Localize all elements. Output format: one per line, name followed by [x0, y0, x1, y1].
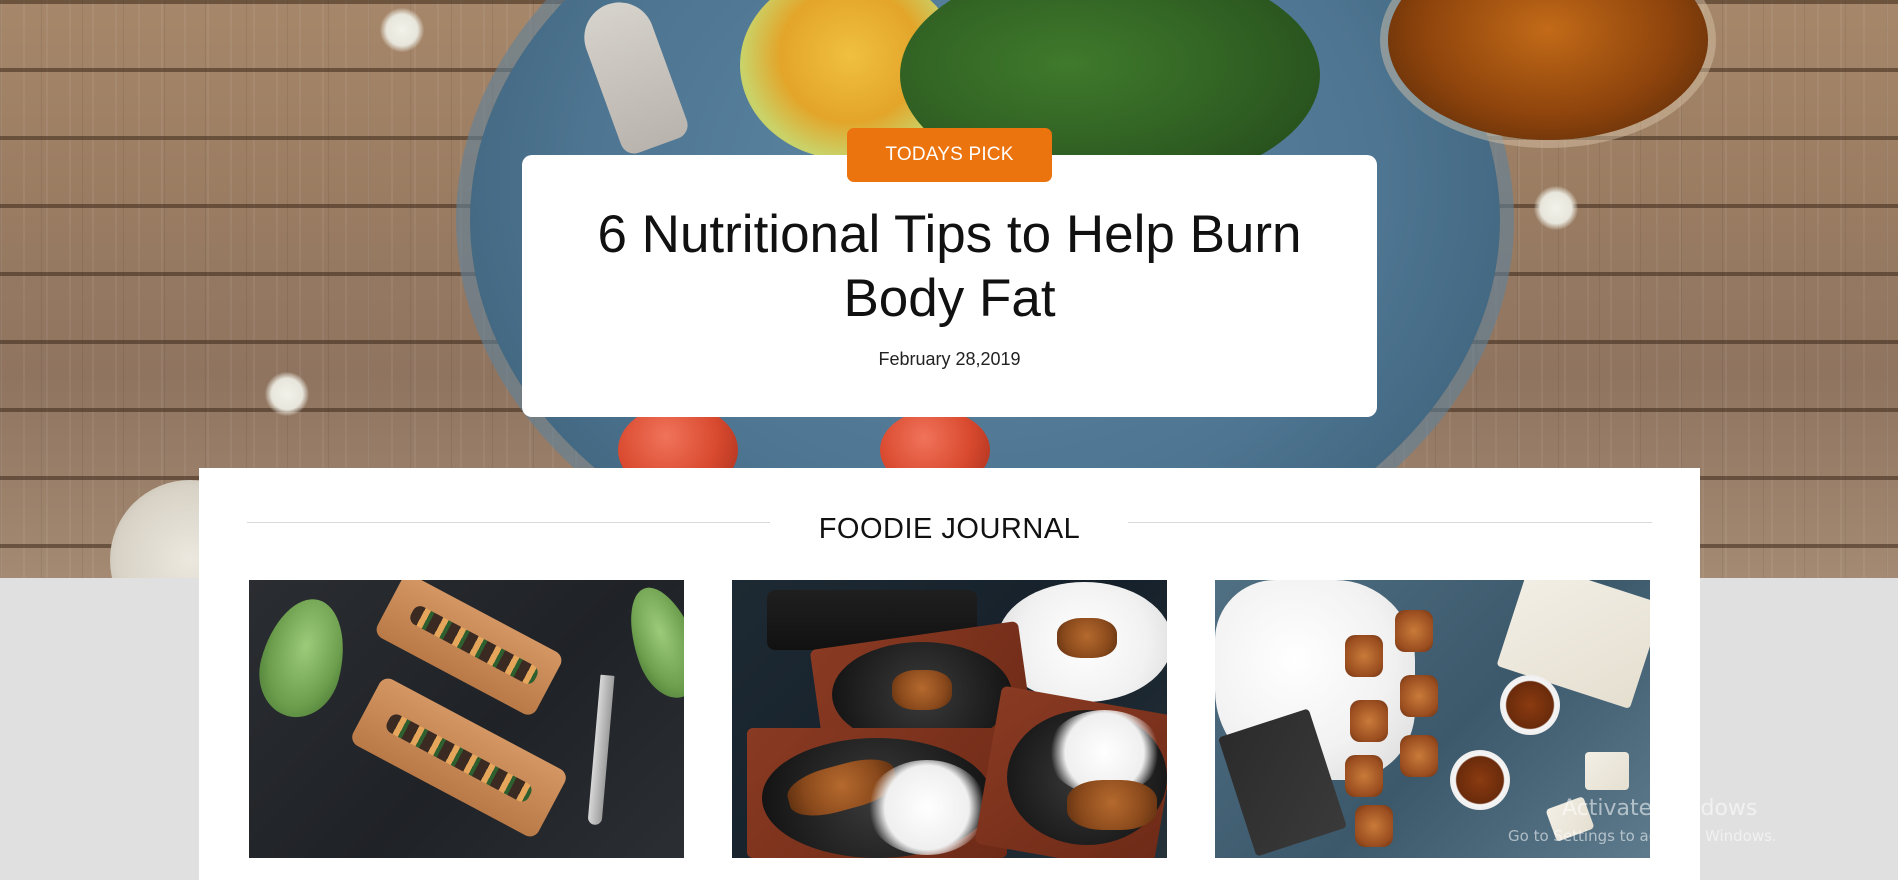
featured-post-date: February 28,2019: [878, 349, 1021, 369]
toast-image: [1350, 700, 1388, 742]
section-heading-text: FOODIE JOURNAL: [818, 513, 1081, 545]
hero-flower-image: [265, 372, 309, 416]
featured-post-card[interactable]: 6 Nutritional Tips to Help Burn Body Fat…: [522, 155, 1377, 417]
hero-flower-image: [1534, 186, 1578, 230]
post-thumbnail-1[interactable]: [249, 580, 684, 858]
toast-image: [1395, 610, 1433, 652]
foodie-journal-section: FOODIE JOURNAL: [199, 468, 1700, 880]
hero-flower-image: [380, 8, 424, 52]
fried-chicken-image: [1057, 618, 1117, 658]
tea-cup-image: [1500, 675, 1560, 735]
section-heading: FOODIE JOURNAL: [199, 504, 1700, 554]
toast-image: [1400, 735, 1438, 777]
tea-packet-image: [1585, 752, 1629, 790]
toast-image: [1345, 755, 1383, 797]
shredded-cabbage-image: [867, 760, 987, 855]
toast-image: [1345, 635, 1383, 677]
lettuce-image: [249, 589, 358, 727]
todays-pick-badge[interactable]: TODAYS PICK: [847, 128, 1052, 182]
watermark-title: Activate Windows: [1562, 796, 1758, 821]
lettuce-image: [616, 580, 684, 707]
post-thumbnail-2[interactable]: [732, 580, 1167, 858]
chicken-cutlet-image: [1067, 780, 1157, 830]
featured-post-title[interactable]: 6 Nutritional Tips to Help Burn Body Fat: [522, 203, 1377, 331]
toast-image: [1355, 805, 1393, 847]
toast-image: [1400, 675, 1438, 717]
watermark-subtitle: Go to Settings to activate Windows.: [1508, 827, 1777, 845]
tea-cup-image: [1450, 750, 1510, 810]
steak-image: [892, 670, 952, 710]
knife-image: [587, 674, 615, 826]
activate-windows-watermark: Activate Windows Go to Settings to activ…: [1508, 796, 1777, 845]
